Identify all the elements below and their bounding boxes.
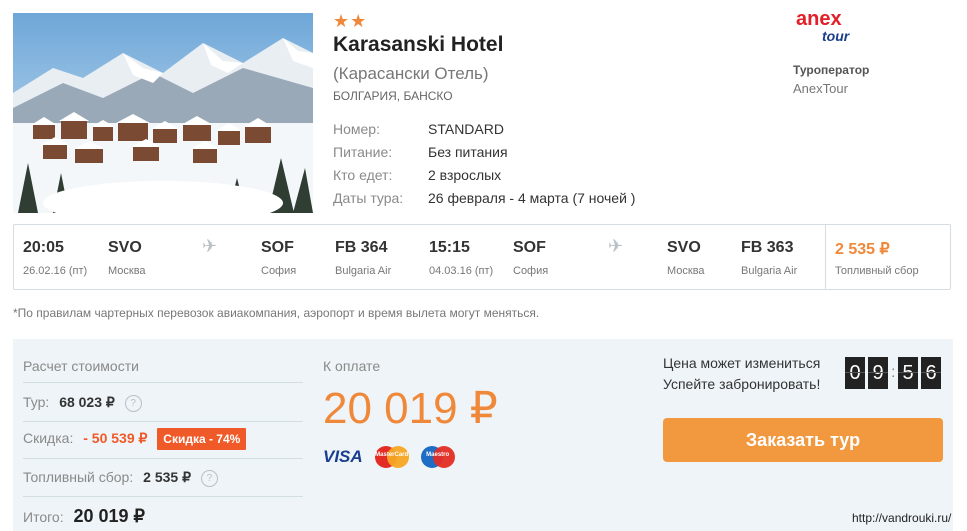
plane-icon: ✈ bbox=[608, 236, 624, 256]
calc-discount-label: Скидка: bbox=[23, 430, 74, 446]
outbound-date: 26.02.16 (пт) bbox=[23, 265, 88, 277]
outbound-time: 20:05 bbox=[23, 239, 64, 256]
hurry-text: Успейте забронировать! bbox=[663, 376, 821, 392]
countdown-timer: 0 9 : 5 6 bbox=[845, 357, 941, 389]
calc-title: Расчет стоимости bbox=[23, 358, 139, 374]
detail-value: STANDARD bbox=[428, 121, 504, 137]
help-icon[interactable]: ? bbox=[124, 394, 142, 412]
help-icon[interactable]: ? bbox=[200, 469, 218, 487]
detail-label: Кто едет: bbox=[333, 167, 393, 183]
logo-text-bottom: tour bbox=[822, 28, 850, 44]
return-from-code: SOF bbox=[513, 239, 546, 256]
mastercard-text: MasterCard bbox=[375, 452, 409, 458]
divider bbox=[23, 458, 303, 459]
outbound-from-city: Москва bbox=[108, 265, 146, 277]
operator-name: AnexTour bbox=[793, 81, 848, 96]
payment-label: К оплате bbox=[323, 358, 381, 374]
outbound-airline: Bulgaria Air bbox=[335, 265, 392, 277]
visa-logo: VISA bbox=[323, 447, 363, 466]
return-flight-number: FB 363 bbox=[741, 239, 794, 256]
mastercard-logo: MasterCard bbox=[374, 446, 409, 468]
fuel-price: 2 535 ₽ bbox=[835, 241, 890, 258]
hotel-name[interactable]: Karasanski Hotel bbox=[333, 33, 503, 57]
detail-value: 2 взрослых bbox=[428, 167, 502, 183]
calc-total-row: Итого: 20 019 ₽ bbox=[23, 506, 145, 527]
return-time: 15:15 bbox=[429, 239, 470, 256]
calc-tour-label: Тур: bbox=[23, 394, 50, 410]
detail-label: Даты тура: bbox=[333, 190, 404, 206]
divider bbox=[23, 496, 303, 497]
outbound-to-city: София bbox=[261, 265, 297, 277]
calc-fuel-row: Топливный сбор: 2 535 ₽ ? bbox=[23, 469, 218, 487]
return-to-code: SVO bbox=[667, 239, 701, 256]
timer-digit: 6 bbox=[921, 357, 941, 389]
fuel-label: Топливный сбор bbox=[835, 265, 919, 277]
logo-text-top: anex bbox=[796, 8, 842, 30]
calc-tour-row: Тур: 68 023 ₽ ? bbox=[23, 394, 142, 412]
discount-badge: Скидка - 74% bbox=[157, 428, 247, 450]
charter-note: *По правилам чартерных перевозок авиаком… bbox=[13, 306, 540, 320]
outbound-flight-number: FB 364 bbox=[335, 239, 388, 256]
payment-cards: VISA MasterCard Maestro bbox=[323, 446, 455, 468]
outbound-to-code: SOF bbox=[261, 239, 294, 256]
return-date: 04.03.16 (пт) bbox=[429, 265, 494, 277]
hotel-photo[interactable] bbox=[13, 13, 313, 213]
detail-label: Номер: bbox=[333, 121, 380, 137]
source-watermark: http://vandrouki.ru/ bbox=[852, 511, 952, 525]
operator-label: Туроператор bbox=[793, 63, 870, 77]
timer-digit: 0 bbox=[845, 357, 865, 389]
calc-discount-value: - 50 539 ₽ bbox=[83, 430, 148, 446]
maestro-logo: Maestro bbox=[420, 446, 455, 468]
return-from-city: София bbox=[513, 265, 549, 277]
calc-fuel-label: Топливный сбор: bbox=[23, 469, 134, 485]
maestro-text: Maestro bbox=[426, 452, 450, 458]
return-airline: Bulgaria Air bbox=[741, 265, 798, 277]
payment-amount: 20 019 ₽ bbox=[323, 384, 498, 433]
detail-label: Питание: bbox=[333, 144, 393, 160]
divider bbox=[23, 421, 303, 422]
timer-digit: 9 bbox=[868, 357, 888, 389]
hotel-stars: ★★ bbox=[333, 11, 368, 31]
calc-tour-value: 68 023 ₽ bbox=[59, 394, 115, 410]
hotel-alt-name: (Карасански Отель) bbox=[333, 64, 489, 83]
plane-icon: ✈ bbox=[202, 236, 218, 256]
calc-discount-row: Скидка: - 50 539 ₽ Скидка - 74% bbox=[23, 428, 247, 450]
hotel-location: БОЛГАРИЯ, БАНСКО bbox=[333, 89, 453, 103]
order-tour-button[interactable]: Заказать тур bbox=[663, 418, 943, 462]
calc-fuel-value: 2 535 ₽ bbox=[143, 469, 191, 485]
detail-value: 26 февраля - 4 марта (7 ночей ) bbox=[428, 190, 636, 206]
timer-digit: 5 bbox=[898, 357, 918, 389]
calc-total-value: 20 019 ₽ bbox=[73, 506, 145, 526]
outbound-from-code: SVO bbox=[108, 239, 142, 256]
return-to-city: Москва bbox=[667, 265, 705, 277]
timer-colon: : bbox=[891, 364, 896, 381]
flight-info-bar: 20:05 26.02.16 (пт) SVO Москва ✈ SOF Соф… bbox=[13, 224, 951, 290]
calc-total-label: Итого: bbox=[23, 509, 64, 525]
divider bbox=[825, 225, 826, 289]
anex-tour-logo: anex tour bbox=[796, 9, 856, 45]
price-change-text: Цена может измениться bbox=[663, 355, 821, 371]
divider bbox=[23, 382, 303, 383]
detail-value: Без питания bbox=[428, 144, 508, 160]
